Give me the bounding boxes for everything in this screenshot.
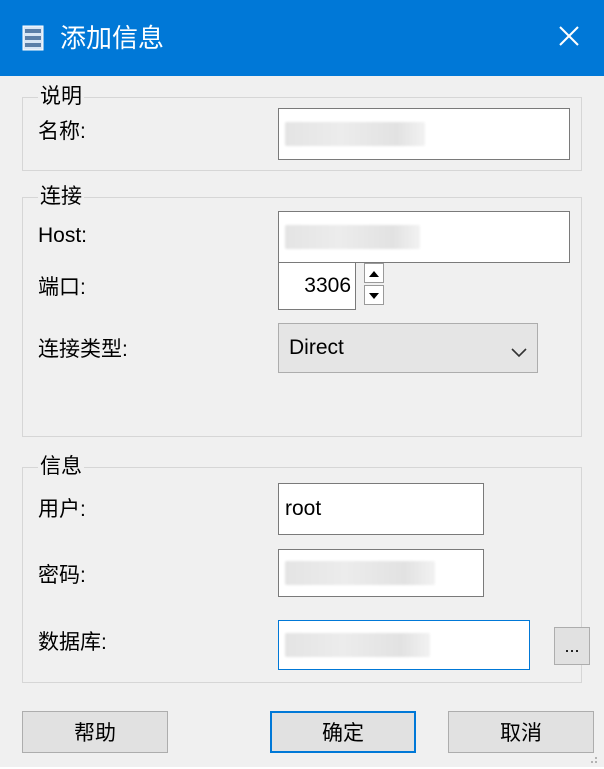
help-button-label: 帮助 [74,722,116,745]
browse-label: ... [564,635,580,656]
resize-grip-icon[interactable] [588,751,598,763]
port-value: 3306 [304,274,351,297]
name-label: 名称: [38,120,86,143]
close-icon [558,25,580,52]
cancel-button[interactable]: 取消 [448,711,594,753]
name-input[interactable] [278,108,570,160]
database-icon [22,25,44,51]
arrow-down-icon [369,286,379,304]
info-group-title: 信息 [38,454,84,480]
add-info-dialog: 添加信息 说明 名称: 连接 Host: 端口: 3306 连接类型: Dire… [0,0,604,767]
user-label: 用户: [38,498,86,521]
help-button[interactable]: 帮助 [22,711,168,753]
window-title: 添加信息 [60,23,165,53]
port-decrement-button[interactable] [364,285,384,305]
close-button[interactable] [534,0,604,76]
host-label: Host: [38,224,88,247]
port-label: 端口: [38,276,86,299]
browse-database-button[interactable]: ... [554,627,590,665]
user-value: root [285,497,322,520]
connection-group-title: 连接 [38,184,84,210]
title-bar[interactable]: 添加信息 [0,0,604,76]
password-input[interactable] [278,549,484,597]
chevron-down-icon [511,340,527,364]
description-group-title: 说明 [38,84,84,110]
ok-button-label: 确定 [322,722,364,745]
conn-type-value: Direct [289,336,344,359]
ok-button[interactable]: 确定 [270,711,416,753]
user-input[interactable]: root [278,483,484,535]
port-increment-button[interactable] [364,263,384,283]
arrow-up-icon [369,264,379,282]
host-input[interactable] [278,211,570,263]
conn-type-select[interactable]: Direct [278,323,538,373]
port-input[interactable]: 3306 [278,262,356,310]
cancel-button-label: 取消 [500,722,542,745]
conn-type-label: 连接类型: [38,338,128,361]
database-label: 数据库: [38,631,107,654]
password-label: 密码: [38,564,86,587]
database-input[interactable] [278,620,530,670]
